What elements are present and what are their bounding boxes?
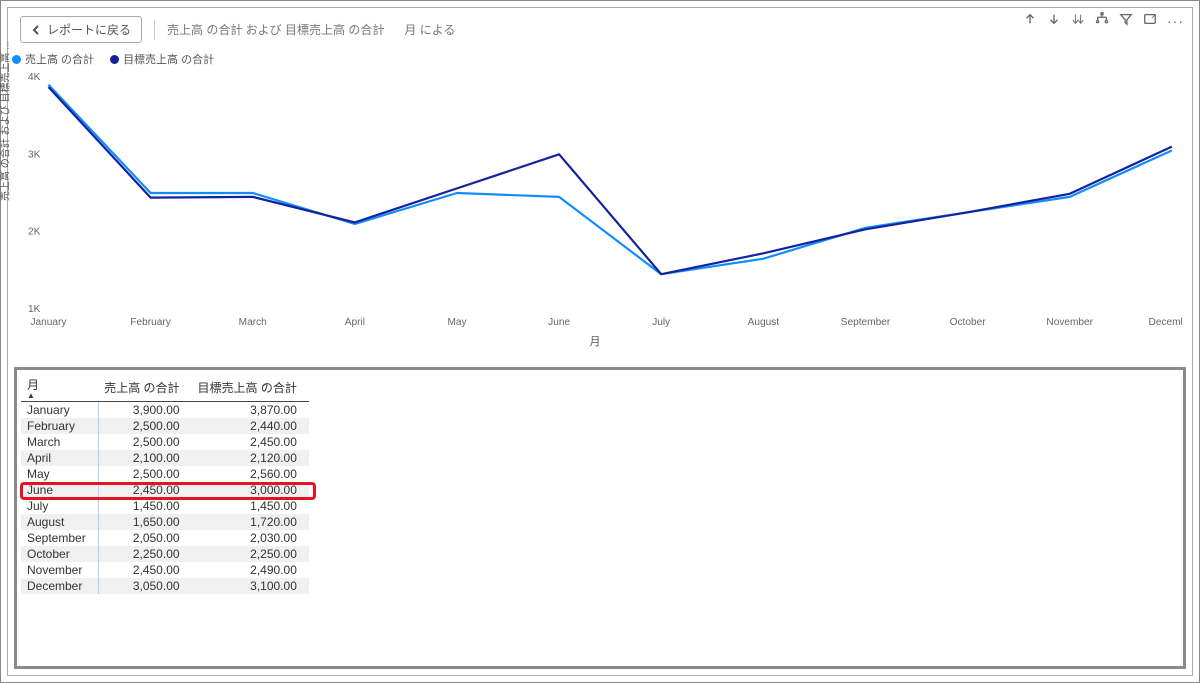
row-label: May [21,466,98,482]
x-axis-label: 月 [8,333,1182,349]
row-value: 3,000.00 [192,482,309,498]
row-label: July [21,498,98,514]
hierarchy-icon[interactable] [1095,12,1109,29]
row-value: 2,450.00 [98,482,191,498]
svg-text:August: August [748,317,780,328]
row-value: 3,900.00 [98,402,191,419]
table-row[interactable]: January3,900.003,870.00 [21,402,309,419]
row-value: 3,100.00 [192,578,309,594]
data-table-container: 月▲売上高 の合計目標売上高 の合計 January3,900.003,870.… [14,367,1186,669]
legend-item-1[interactable]: 売上高 の合計 [12,51,94,67]
row-value: 2,500.00 [98,434,191,450]
row-label: February [21,418,98,434]
chart-plot-area: 1K 2K 3K 4K January February March April May June… [8,71,1182,331]
row-value: 1,720.00 [192,514,309,530]
row-value: 2,490.00 [192,562,309,578]
svg-text:September: September [841,317,891,328]
svg-text:April: April [345,317,365,328]
svg-text:November: November [1046,317,1093,328]
row-label: October [21,546,98,562]
svg-text:3K: 3K [28,149,41,160]
line-chart[interactable]: 売上高 の合計 目標売上高 の合計 売上高 の合計 および 目標売上高 ... … [8,51,1192,361]
row-value: 2,250.00 [192,546,309,562]
row-value: 2,500.00 [98,466,191,482]
table-row[interactable]: October2,250.002,250.00 [21,546,309,562]
table-row[interactable]: September2,050.002,030.00 [21,530,309,546]
row-value: 2,440.00 [192,418,309,434]
svg-text:4K: 4K [28,72,41,83]
back-label: レポートに戻る [47,21,131,38]
table-row[interactable]: May2,500.002,560.00 [21,466,309,482]
drill-up-icon[interactable] [1023,12,1037,29]
svg-text:January: January [31,317,67,328]
row-value: 1,450.00 [192,498,309,514]
expand-all-icon[interactable] [1071,12,1085,29]
row-label: August [21,514,98,530]
sort-ascending-icon: ▲ [27,393,86,399]
row-value: 3,050.00 [98,578,191,594]
row-value: 2,120.00 [192,450,309,466]
row-value: 2,030.00 [192,530,309,546]
back-to-report-button[interactable]: レポートに戻る [20,16,142,43]
svg-text:December: December [1149,317,1182,328]
focus-mode-icon[interactable] [1143,12,1157,29]
chart-legend: 売上高 の合計 目標売上高 の合計 [8,51,1182,71]
row-value: 2,050.00 [98,530,191,546]
table-row[interactable]: August1,650.001,720.00 [21,514,309,530]
table-row[interactable]: July1,450.001,450.00 [21,498,309,514]
table-row[interactable]: November2,450.002,490.00 [21,562,309,578]
svg-text:May: May [447,317,466,328]
svg-text:July: July [652,317,670,328]
table-header-col-2[interactable]: 目標売上高 の合計 [192,374,309,402]
chart-title: 売上高 の合計 および 目標売上高 の合計 [167,21,384,38]
row-value: 2,450.00 [192,434,309,450]
svg-text:October: October [950,317,987,328]
visual-toolbar: ··· [1023,12,1184,29]
drill-down-icon[interactable] [1047,12,1061,29]
table-row[interactable]: December3,050.003,100.00 [21,578,309,594]
more-options-icon[interactable]: ··· [1167,13,1184,29]
row-label: January [21,402,98,419]
row-label: April [21,450,98,466]
row-value: 1,650.00 [98,514,191,530]
filter-icon[interactable] [1119,12,1133,29]
legend-item-2[interactable]: 目標売上高 の合計 [110,51,214,67]
svg-text:1K: 1K [28,304,41,315]
row-label: March [21,434,98,450]
table-header-col-1[interactable]: 売上高 の合計 [98,374,191,402]
row-value: 2,250.00 [98,546,191,562]
row-label: December [21,578,98,594]
legend-dot-2 [110,55,119,64]
title-separator [154,20,155,40]
table-row[interactable]: March2,500.002,450.00 [21,434,309,450]
table-row[interactable]: April2,100.002,120.00 [21,450,309,466]
table-row[interactable]: June2,450.003,000.00 [21,482,309,498]
row-value: 2,100.00 [98,450,191,466]
svg-text:March: March [239,317,267,328]
row-value: 2,450.00 [98,562,191,578]
row-value: 1,450.00 [98,498,191,514]
svg-text:2K: 2K [28,227,41,238]
data-table[interactable]: 月▲売上高 の合計目標売上高 の合計 January3,900.003,870.… [21,374,309,594]
header: レポートに戻る 売上高 の合計 および 目標売上高 の合計 月 による [8,8,1192,51]
legend-dot-1 [12,55,21,64]
svg-text:February: February [130,317,170,328]
row-value: 3,870.00 [192,402,309,419]
row-label: November [21,562,98,578]
svg-text:June: June [548,317,570,328]
table-header-col-0[interactable]: 月▲ [21,374,98,402]
row-value: 2,560.00 [192,466,309,482]
row-value: 2,500.00 [98,418,191,434]
row-label: September [21,530,98,546]
chart-subtitle: 月 による [404,21,455,38]
table-row[interactable]: February2,500.002,440.00 [21,418,309,434]
row-label: June [21,482,98,498]
